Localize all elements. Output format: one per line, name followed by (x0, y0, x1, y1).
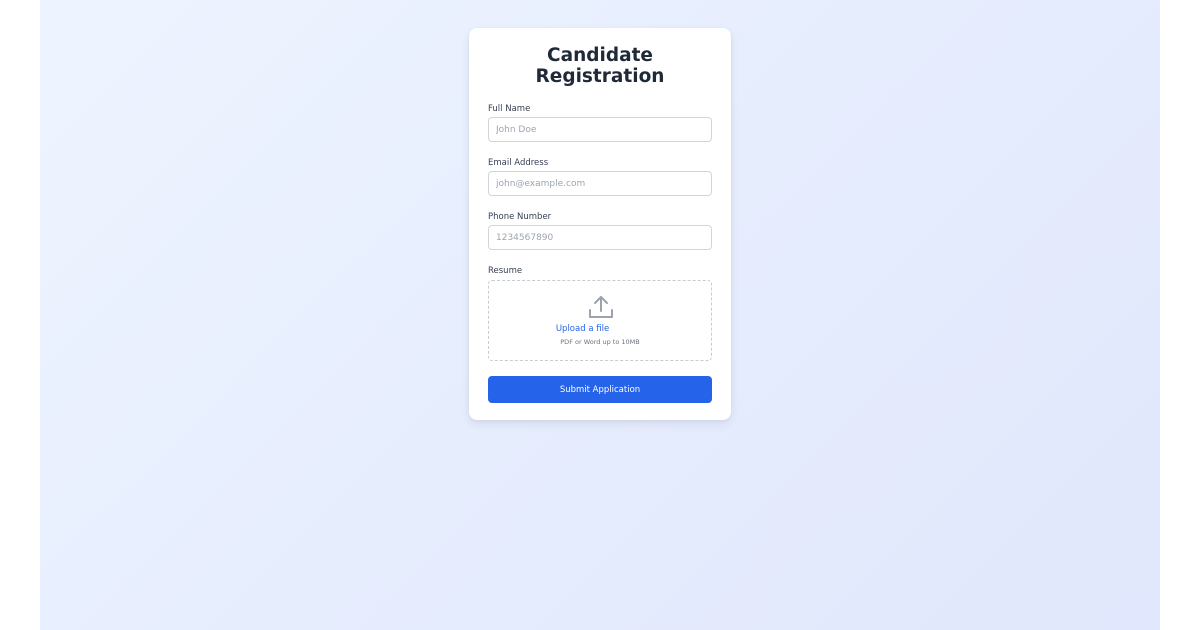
resume-label: Resume (488, 266, 523, 276)
email-field: Email Address (488, 157, 712, 196)
full-name-label: Full Name (488, 104, 531, 114)
submit-application-button[interactable]: Submit Application (488, 376, 712, 403)
full-name-field: Full Name (488, 103, 712, 142)
phone-label: Phone Number (488, 212, 552, 222)
upload-hint: PDF or Word up to 10MB (560, 338, 640, 346)
phone-input[interactable] (488, 225, 712, 250)
phone-field: Phone Number (488, 211, 712, 250)
email-input[interactable] (488, 171, 712, 196)
full-name-input[interactable] (488, 117, 712, 142)
upload-file-link[interactable]: Upload a file (489, 324, 711, 335)
resume-field: Resume Upload a file PDF or Word up to 1… (488, 265, 712, 361)
registration-card: Candidate Registration Full Name Email A… (469, 28, 731, 420)
upload-icon (589, 296, 613, 318)
resume-dropzone[interactable]: Upload a file PDF or Word up to 10MB (488, 280, 712, 361)
email-label: Email Address (488, 158, 549, 168)
form-title: Candidate Registration (535, 45, 665, 87)
